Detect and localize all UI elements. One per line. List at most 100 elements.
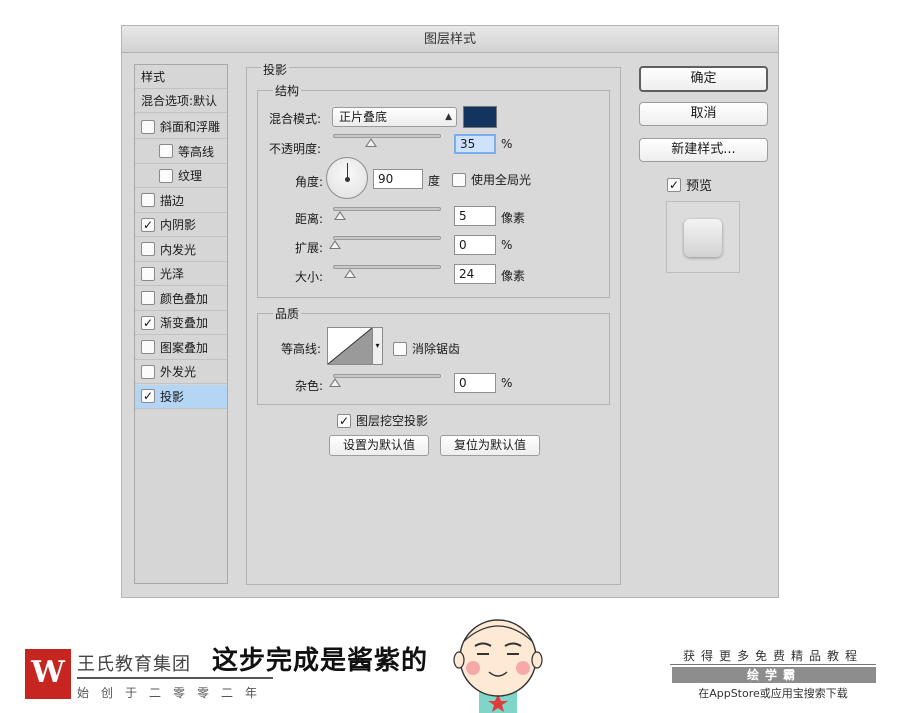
style-item[interactable]: 内发光 — [135, 238, 227, 262]
style-item[interactable]: 描边 — [135, 189, 227, 213]
promo-app-name: 绘学霸 — [672, 667, 876, 683]
preview-checkbox[interactable]: ✓ 预览 — [667, 175, 712, 194]
styles-list: 样式 混合选项:默认 斜面和浮雕 等高线 纹理 描边 ✓ 内阴影 内发光 光泽 颜色叠加 ✓ 渐变叠… — [134, 64, 228, 584]
global-light-box — [452, 172, 466, 187]
antialias-box — [393, 341, 407, 356]
brand-name: 王氏教育集团 — [77, 654, 191, 675]
quality-title: 品质 — [273, 305, 302, 322]
style-item-label: 描边 — [160, 193, 185, 208]
style-item-label: 光泽 — [160, 267, 185, 281]
distance-slider[interactable] — [333, 207, 441, 211]
blend-mode-select[interactable]: 正片叠底 ▲ — [332, 107, 457, 127]
style-item-label: 内阴影 — [160, 218, 197, 232]
style-item-label: 颜色叠加 — [160, 291, 209, 306]
opacity-input[interactable]: 35 — [454, 134, 496, 154]
brand-divider — [77, 677, 273, 679]
style-item-checkbox[interactable]: ✓ — [141, 315, 155, 330]
style-item-checkbox[interactable] — [141, 119, 155, 134]
logo: W — [25, 649, 71, 699]
angle-dial[interactable] — [326, 157, 368, 199]
select-arrows-icon: ▲ — [445, 112, 452, 122]
new-style-button[interactable]: 新建样式... — [639, 138, 768, 162]
style-item[interactable]: 颜色叠加 — [135, 287, 227, 311]
ok-button[interactable]: 确定 — [639, 66, 768, 92]
noise-slider-thumb[interactable] — [329, 378, 341, 387]
size-label: 大小: — [295, 270, 324, 284]
section-title: 投影 — [261, 61, 290, 78]
size-slider-thumb[interactable] — [344, 269, 356, 278]
opacity-slider[interactable] — [333, 134, 441, 138]
style-item-checkbox[interactable] — [141, 291, 155, 305]
opacity-unit: % — [501, 137, 513, 151]
size-input[interactable]: 24 — [454, 264, 496, 284]
opacity-slider-thumb[interactable] — [364, 138, 377, 147]
noise-unit: % — [501, 376, 513, 390]
distance-input[interactable]: 5 — [454, 206, 496, 226]
spread-slider[interactable] — [333, 236, 441, 240]
distance-label: 距离: — [295, 212, 324, 226]
style-item-label: 外发光 — [160, 365, 197, 379]
reset-default-button[interactable]: 复位为默认值 — [440, 435, 540, 456]
spread-unit: % — [501, 238, 513, 252]
knockout-checkbox[interactable]: ✓ 图层挖空投影 — [337, 412, 428, 429]
noise-slider[interactable] — [333, 374, 441, 378]
style-item[interactable]: 图案叠加 — [135, 336, 227, 360]
style-item[interactable]: ✓ 内阴影 — [135, 213, 227, 237]
contour-label: 等高线: — [281, 342, 322, 356]
blend-mode-label: 混合模式: — [269, 112, 322, 126]
contour-picker[interactable] — [327, 327, 373, 365]
noise-label: 杂色: — [295, 379, 324, 393]
style-item-checkbox[interactable]: ✓ — [141, 217, 155, 232]
set-default-button[interactable]: 设置为默认值 — [329, 435, 429, 456]
spread-slider-thumb[interactable] — [329, 240, 341, 249]
noise-input[interactable]: 0 — [454, 373, 496, 393]
chevron-down-icon: ▾ — [375, 341, 380, 350]
style-item-checkbox[interactable] — [159, 144, 173, 158]
style-item-label: 投影 — [160, 389, 185, 404]
spread-label: 扩展: — [295, 241, 324, 255]
size-unit: 像素 — [501, 269, 526, 283]
mascot-icon — [453, 619, 543, 713]
spread-input[interactable]: 0 — [454, 235, 496, 255]
style-item-checkbox[interactable]: ✓ — [141, 389, 155, 403]
style-item-label: 图案叠加 — [160, 340, 209, 355]
style-item-checkbox[interactable] — [141, 364, 155, 379]
style-item[interactable]: ✓ 渐变叠加 — [135, 311, 227, 335]
style-item-checkbox[interactable] — [159, 168, 173, 183]
style-item-label: 斜面和浮雕 — [160, 120, 221, 134]
style-item-label: 内发光 — [160, 242, 197, 257]
step-caption: 这步完成是酱紫的 — [212, 646, 429, 676]
opacity-label: 不透明度: — [269, 142, 322, 156]
logo-letter: W — [31, 655, 65, 690]
blend-options-item[interactable]: 混合选项:默认 — [135, 89, 227, 113]
antialias-checkbox[interactable]: 消除锯齿 — [393, 340, 460, 357]
style-item[interactable]: 斜面和浮雕 — [135, 115, 227, 139]
style-item[interactable]: 光泽 — [135, 262, 227, 286]
antialias-label: 消除锯齿 — [412, 342, 461, 356]
contour-dropdown[interactable]: ▾ — [373, 327, 383, 365]
blend-mode-value: 正片叠底 — [339, 110, 388, 124]
cancel-button[interactable]: 取消 — [639, 102, 768, 126]
distance-slider-thumb[interactable] — [334, 211, 346, 220]
angle-unit: 度 — [428, 174, 441, 188]
global-light-checkbox[interactable]: 使用全局光 — [452, 171, 531, 188]
shadow-color-swatch[interactable] — [463, 106, 497, 128]
layer-style-dialog: 图层样式 样式 混合选项:默认 斜面和浮雕 等高线 纹理 描边 ✓ 内阴影 内发光 光泽 颜色叠… — [121, 25, 779, 598]
promo-bottom: 在AppStore或应用宝搜索下载 — [698, 687, 848, 700]
style-item-label: 纹理 — [178, 169, 203, 183]
style-item-checkbox[interactable] — [141, 340, 155, 354]
style-item[interactable]: ✓ 投影 — [135, 384, 227, 409]
style-item-checkbox[interactable] — [141, 193, 155, 207]
angle-label: 角度: — [295, 175, 324, 189]
style-item-checkbox[interactable] — [141, 242, 155, 256]
style-item-checkbox[interactable] — [141, 266, 155, 281]
distance-unit: 像素 — [501, 211, 526, 225]
preview-box-check: ✓ — [667, 177, 681, 192]
style-item[interactable]: 外发光 — [135, 360, 227, 384]
knockout-label: 图层挖空投影 — [356, 414, 429, 428]
style-item[interactable]: 等高线 — [135, 140, 227, 164]
style-item-label: 渐变叠加 — [160, 316, 209, 330]
angle-input[interactable]: 90 — [373, 169, 423, 189]
style-item[interactable]: 纹理 — [135, 164, 227, 188]
promo-top: 获得更多免费精品教程 — [670, 647, 876, 665]
